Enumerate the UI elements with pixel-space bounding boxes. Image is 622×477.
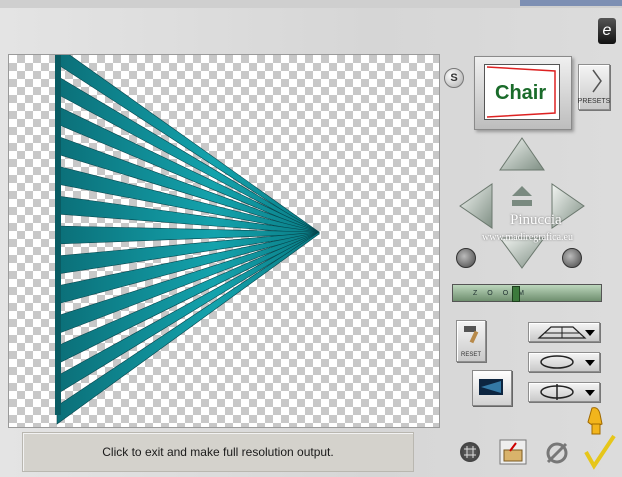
spin-mode-dropdown[interactable] (528, 382, 600, 402)
zoom-slider[interactable]: ZOOM (452, 284, 602, 302)
preview-image (55, 55, 320, 425)
status-message: Click to exit and make full resolution o… (102, 445, 334, 459)
preview-canvas[interactable] (8, 54, 440, 428)
rotate-left-icon[interactable] (456, 248, 476, 268)
chevron-down-icon (585, 330, 595, 336)
presets-button[interactable]: PRESETS (578, 64, 610, 110)
hammer-icon (464, 326, 479, 344)
reset-label: RESET (460, 352, 481, 358)
thumbnail-text: Chair (495, 82, 546, 104)
rotate-right-icon[interactable] (562, 248, 582, 268)
folder-button[interactable] (498, 438, 528, 466)
status-bar[interactable]: Click to exit and make full resolution o… (22, 432, 414, 472)
fan-edge (55, 55, 61, 415)
arrow-up-icon[interactable] (499, 137, 545, 171)
chevron-down-icon (585, 390, 595, 396)
checkmark-icon (584, 434, 616, 470)
logo-icon: e (598, 18, 616, 44)
grid-icon[interactable] (460, 442, 480, 462)
presets-label: PRESETS (577, 98, 611, 105)
arrow-small-up-icon[interactable] (512, 186, 532, 196)
rotate-circle-icon (540, 355, 574, 369)
tile-preview-button[interactable] (472, 370, 512, 406)
watermark-url: www.madiregrafica.eu (482, 232, 573, 243)
chevron-down-icon (585, 360, 595, 366)
arrow-left-icon[interactable] (459, 183, 493, 229)
reset-button[interactable]: RESET (456, 320, 486, 362)
folder-icon (499, 439, 527, 465)
center-bar-icon[interactable] (512, 200, 532, 206)
s-button[interactable]: S (444, 68, 464, 88)
ok-button[interactable] (578, 404, 618, 472)
pointing-hand-icon (587, 407, 603, 435)
zoom-slider-thumb[interactable] (512, 286, 520, 302)
cancel-icon[interactable] (544, 440, 570, 466)
rotation-mode-dropdown[interactable] (528, 352, 600, 372)
grid-mode-dropdown[interactable] (528, 322, 600, 342)
watermark-name: Pinuccia (510, 212, 562, 228)
chevron-right-icon (592, 69, 602, 93)
title-bar-tab (520, 0, 622, 6)
thumbnail-preview: Chair (484, 64, 560, 120)
